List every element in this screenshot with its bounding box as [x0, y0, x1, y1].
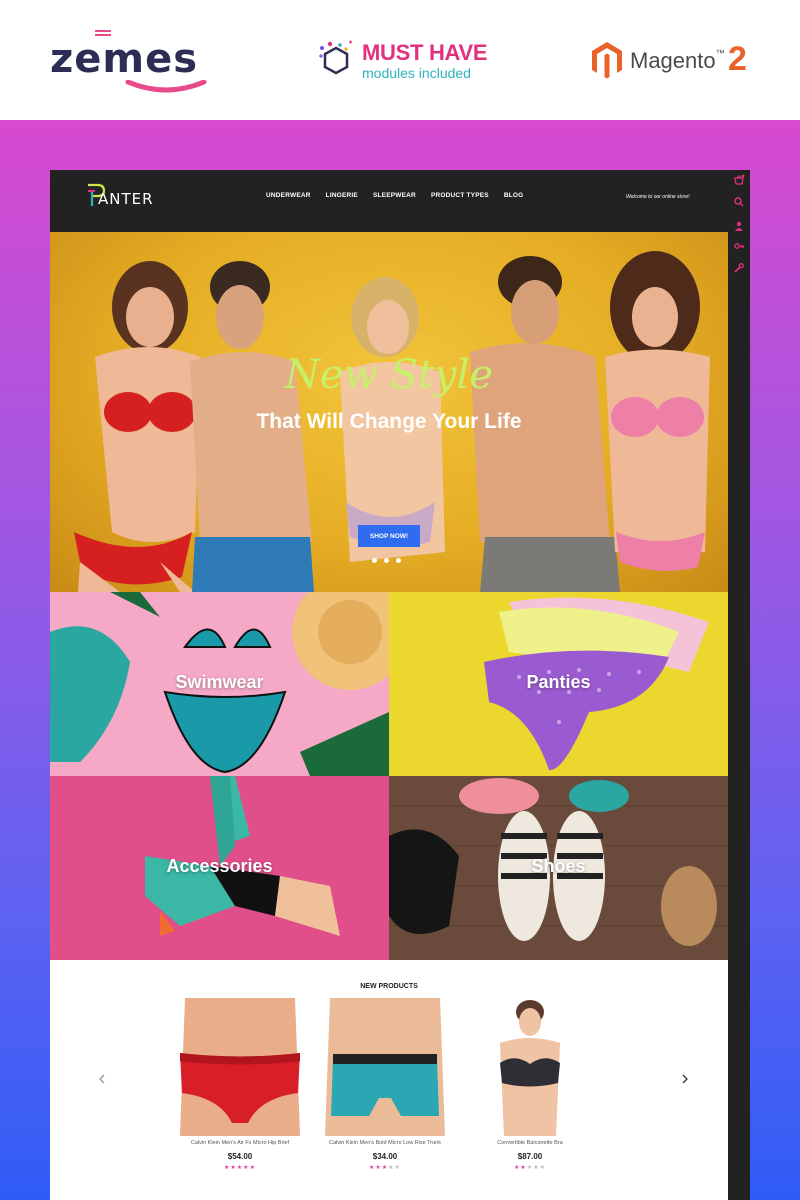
- nav-item-sleepwear[interactable]: SLEEPWEAR: [373, 192, 416, 199]
- welcome-message: Welcome to our online store!: [626, 194, 690, 200]
- product-rating: ★★★★★: [224, 1165, 256, 1171]
- slider-dot-1[interactable]: [372, 558, 377, 563]
- store-header: ANTER UNDERWEAR LINGERIE SLEEPWEAR PRODU…: [50, 170, 750, 232]
- zemes-wordmark: zemes: [50, 36, 199, 82]
- magento-logo-icon: [592, 42, 622, 79]
- must-have-subtitle: modules included: [362, 65, 471, 81]
- store-logo[interactable]: ANTER: [86, 182, 166, 214]
- cart-icon[interactable]: [733, 174, 745, 186]
- magento-wordmark: Magento™: [630, 48, 725, 73]
- chevron-right-icon[interactable]: [678, 1072, 692, 1086]
- product-card[interactable]: Calvin Klein Men's Bold Micro Low Rise T…: [315, 998, 455, 1188]
- modules-hexagon-icon: [319, 40, 352, 75]
- logo-text: ANTER: [98, 190, 154, 208]
- main-nav: UNDERWEAR LINGERIE SLEEPWEAR PRODUCT TYP…: [266, 192, 538, 199]
- product-card[interactable]: Convertible Balconette Bra $87.00 ★★★★★: [460, 998, 600, 1188]
- category-shoes[interactable]: Shoes: [389, 776, 728, 960]
- zemes-smile-icon: [125, 80, 207, 93]
- slider-dot-2[interactable]: [384, 558, 389, 563]
- product-rating: ★★★★★: [514, 1165, 546, 1171]
- search-icon[interactable]: [733, 196, 745, 208]
- product-image[interactable]: [170, 998, 310, 1136]
- new-products-title: NEW PRODUCTS: [360, 983, 418, 990]
- product-image[interactable]: [315, 998, 455, 1136]
- hero-subtitle: That Will Change Your Life: [256, 410, 522, 433]
- nav-item-lingerie[interactable]: LINGERIE: [326, 192, 358, 199]
- user-icon[interactable]: [733, 220, 745, 232]
- wrench-icon[interactable]: [733, 262, 745, 274]
- promo-banner: zemes MUST HAVE modules included Magento…: [0, 0, 800, 120]
- category-label: Panties: [526, 672, 591, 692]
- zemes-accent-icon: [95, 30, 111, 36]
- product-image[interactable]: [460, 998, 600, 1136]
- must-have-title: MUST HAVE: [362, 40, 488, 65]
- category-label: Accessories: [166, 856, 273, 876]
- category-label: Shoes: [531, 856, 586, 876]
- hero-slider: New Style That Will Change Your Life SHO…: [50, 232, 728, 592]
- slider-dot-3[interactable]: [396, 558, 401, 563]
- category-panties[interactable]: Panties: [389, 592, 728, 776]
- product-price: $54.00: [227, 1152, 253, 1161]
- zemes-logo[interactable]: zemes: [50, 28, 210, 93]
- category-accessories[interactable]: Accessories: [50, 776, 389, 960]
- product-card[interactable]: Calvin Klein Men's Air Fx Micro Hip Brie…: [170, 998, 310, 1188]
- shop-now-button[interactable]: SHOP NOW!: [358, 525, 420, 547]
- product-rating: ★★★★★: [369, 1165, 401, 1171]
- must-have-badge: MUST HAVE modules included: [316, 38, 496, 88]
- category-swimwear[interactable]: Swimwear: [50, 592, 389, 776]
- nav-item-product-types[interactable]: PRODUCT TYPES: [431, 192, 489, 199]
- product-name[interactable]: Calvin Klein Men's Bold Micro Low Rise T…: [315, 1140, 455, 1146]
- store-preview: ANTER UNDERWEAR LINGERIE SLEEPWEAR PRODU…: [50, 170, 750, 1200]
- product-price: $87.00: [517, 1152, 543, 1161]
- nav-item-blog[interactable]: BLOG: [504, 192, 524, 199]
- chevron-left-icon[interactable]: [95, 1072, 109, 1086]
- right-toolbar: [728, 170, 750, 1200]
- product-name[interactable]: Calvin Klein Men's Air Fx Micro Hip Brie…: [170, 1140, 310, 1146]
- key-icon[interactable]: [733, 240, 745, 252]
- slider-dots: [372, 558, 401, 563]
- product-name[interactable]: Convertible Balconette Bra: [460, 1140, 600, 1146]
- category-label: Swimwear: [175, 672, 264, 692]
- magento-badge: Magento™ 2: [590, 38, 760, 84]
- hero-title: New Style: [284, 352, 494, 398]
- nav-item-underwear[interactable]: UNDERWEAR: [266, 192, 311, 199]
- magento-version: 2: [728, 40, 747, 78]
- product-price: $34.00: [372, 1152, 398, 1161]
